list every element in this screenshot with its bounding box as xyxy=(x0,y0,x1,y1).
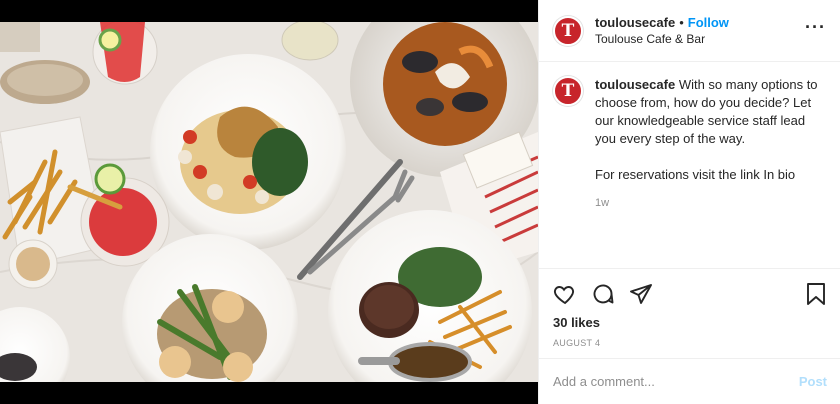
post-media[interactable] xyxy=(0,0,538,404)
username-link[interactable]: toulousecafe xyxy=(595,15,675,30)
actions-area: 30 likes AUGUST 4 xyxy=(539,268,840,348)
post-date: AUGUST 4 xyxy=(553,338,601,348)
action-icons xyxy=(539,269,840,313)
separator-dot: • xyxy=(679,15,684,30)
caption-body: toulousecafe With so many options to cho… xyxy=(595,76,826,148)
bookmark-icon[interactable] xyxy=(805,282,827,311)
avatar-letter: T xyxy=(561,81,575,101)
avatar[interactable]: T xyxy=(553,15,583,46)
avatar-letter: T xyxy=(561,20,575,41)
post-sidebar: T toulousecafe • Follow Toulouse Cafe & … xyxy=(538,0,840,404)
location-link[interactable]: Toulouse Cafe & Bar xyxy=(595,32,805,46)
header-info: toulousecafe • Follow Toulouse Cafe & Ba… xyxy=(595,15,805,46)
follow-button[interactable]: Follow xyxy=(688,15,729,30)
post-button[interactable]: Post xyxy=(799,374,827,389)
more-icon[interactable]: ··· xyxy=(805,17,826,44)
comment-icon[interactable] xyxy=(591,282,615,311)
instagram-post: T toulousecafe • Follow Toulouse Cafe & … xyxy=(0,0,840,404)
post-header: T toulousecafe • Follow Toulouse Cafe & … xyxy=(539,0,840,62)
likes-count[interactable]: 30 likes xyxy=(539,315,840,330)
comment-bar: Post xyxy=(539,358,840,404)
post-age: 1w xyxy=(595,197,610,209)
comment-input[interactable] xyxy=(553,374,799,389)
heart-icon[interactable] xyxy=(553,282,577,311)
reservation-text: For reservations visit the link In bio xyxy=(595,167,796,182)
caption-text-block: toulousecafe With so many options to cho… xyxy=(595,76,826,212)
header-row: toulousecafe • Follow xyxy=(595,15,805,30)
caption-username[interactable]: toulousecafe xyxy=(595,77,675,92)
food-photo xyxy=(0,22,538,382)
share-icon[interactable] xyxy=(629,282,653,311)
caption-avatar[interactable]: T xyxy=(553,76,583,106)
caption: T toulousecafe With so many options to c… xyxy=(539,62,840,212)
